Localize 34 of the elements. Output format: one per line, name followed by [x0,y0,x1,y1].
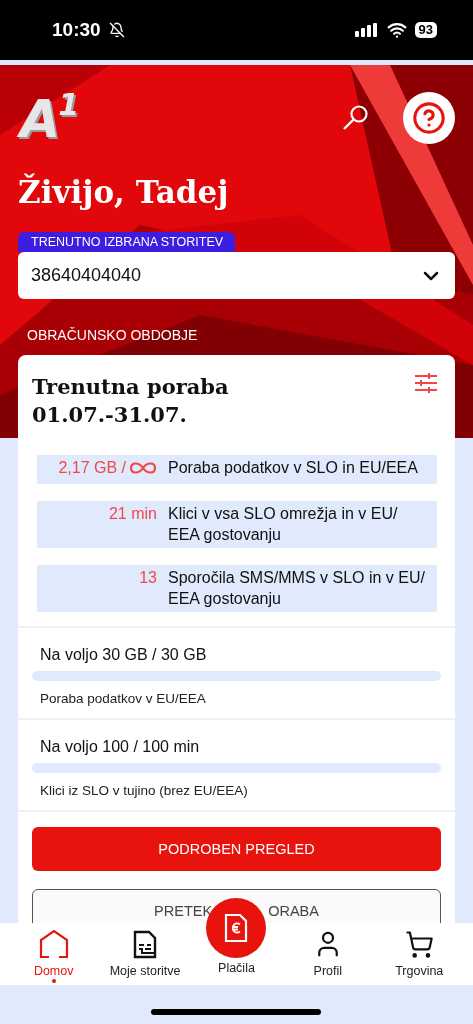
document-icon [133,930,158,959]
nav-tab[interactable]: Domov [10,923,97,985]
nav-tab[interactable]: Trgovina [376,923,463,985]
signal-icon [354,23,379,37]
search-button[interactable] [341,103,369,132]
allowance-caption: Poraba podatkov v EU/EEA [40,691,207,706]
sliders-icon [415,373,437,393]
usage-amount: 13 [138,568,157,588]
period-dates: 01.07.-31.07. [32,401,188,429]
nav-tab[interactable]: Plačila [193,961,280,985]
greeting: Živijo, Tadej [18,174,230,210]
service-select[interactable]: 38640404040 [18,252,455,299]
usage-description: Klici v vsa SLO omrežja in v EU/ EEA gostovanju [168,504,399,545]
service-label: TRENUTNO IZBRANA STORITEV [18,232,236,252]
nav-tab[interactable]: Profil [284,923,371,985]
battery-level: 93 [414,22,437,38]
usage-amount: 2,17 GB / [37,457,157,478]
euro-document-icon [224,913,248,943]
home-icon [38,929,69,959]
allowance-title: Na voljo 100 / 100 min [40,738,201,756]
usage-amount: 21 min [107,504,157,524]
allowance-title: Na voljo 30 GB / 30 GB [40,646,208,664]
help-icon [412,100,446,135]
cart-icon [404,930,434,959]
card-title: Trenutna poraba [32,373,229,401]
allowance-caption: Klici iz SLO v tujino (brez EU/EEA) [40,783,249,798]
wifi-icon [386,20,407,40]
usage-description: Sporočila SMS/MMS v SLO in v EU/ EEA gostovanju [168,568,426,609]
period-label: OBRAČUNSKO OBDOBJE [27,327,199,343]
nav-tab[interactable]: Moje storitve [102,923,189,985]
history-button[interactable]: PRETEK ORABA [32,889,441,923]
usage-description: Poraba podatkov v SLO in EU/EEA [168,458,418,478]
detail-button[interactable]: PODROBEN PREGLED [32,827,441,871]
status-time: 10:30 [52,19,101,41]
